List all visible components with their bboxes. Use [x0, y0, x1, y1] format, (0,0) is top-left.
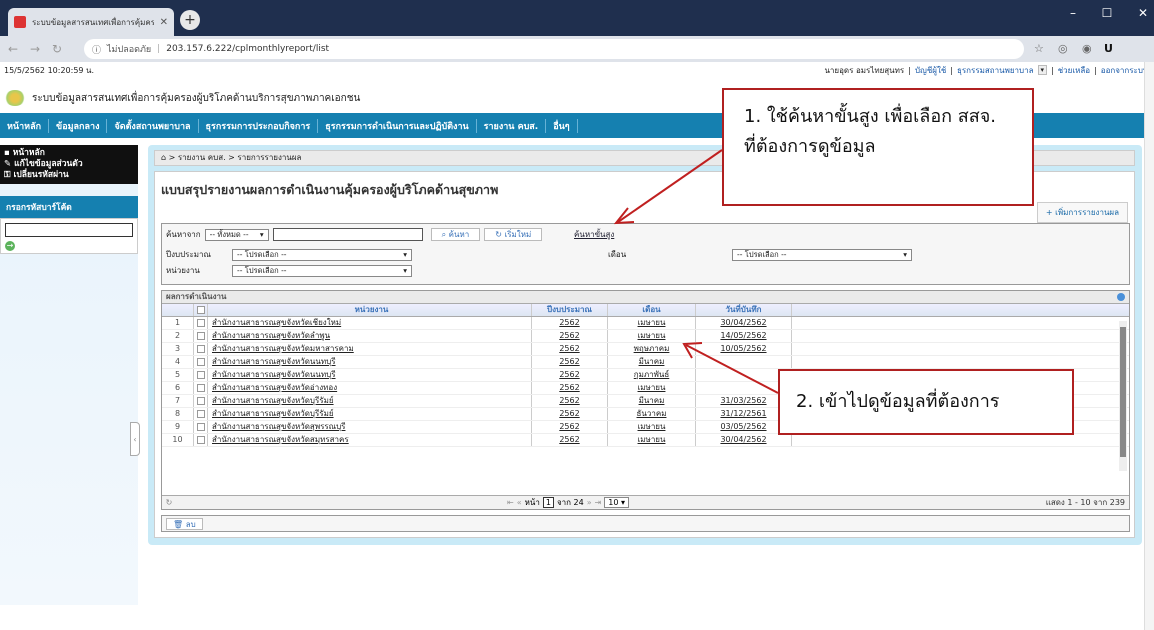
arrowhead-1 — [613, 207, 635, 225]
callout-advanced-search: 1. ใช้ค้นหาขั้นสูง เพื่อเลือก สสจ. ที่ต้… — [722, 88, 1034, 206]
callout-view-data: 2. เข้าไปดูข้อมูลที่ต้องการ — [778, 369, 1074, 435]
arrow-to-month-link — [685, 344, 779, 394]
arrow-to-advanced-search — [617, 149, 723, 223]
